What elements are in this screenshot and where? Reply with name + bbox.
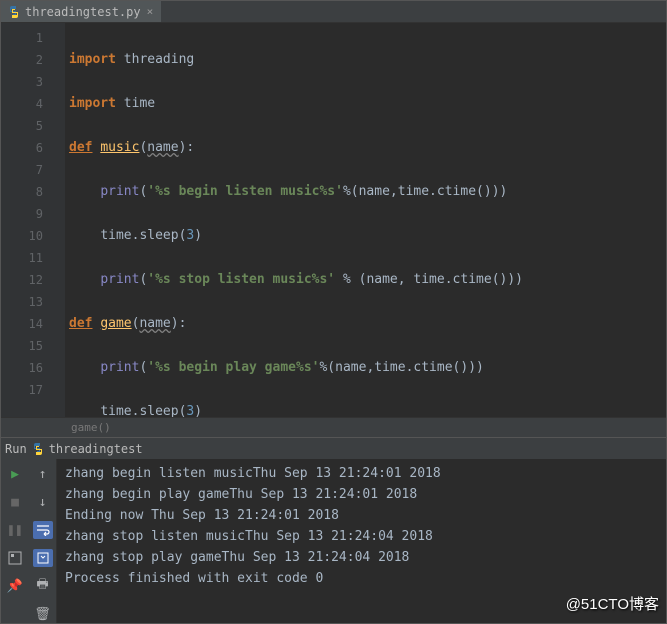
line-number-gutter: 1 2 3 4 5 6 7 8 9 10 11 12 13 14 15 16 1…	[1, 23, 51, 417]
run-label: Run	[5, 442, 27, 456]
line-number: 16	[1, 357, 43, 379]
line-number: 9	[1, 203, 43, 225]
context-text: game()	[71, 421, 111, 434]
console-line: Ending now Thu Sep 13 21:24:01 2018	[65, 505, 658, 526]
close-tab-icon[interactable]: ×	[145, 5, 156, 18]
line-number: 14	[1, 313, 43, 335]
pin-button[interactable]: 📌	[5, 577, 25, 595]
soft-wrap-button[interactable]	[33, 521, 53, 539]
line-number: 10	[1, 225, 43, 247]
line-number: 5	[1, 115, 43, 137]
scroll-to-end-button[interactable]	[33, 549, 53, 567]
pause-button[interactable]: ❚❚	[5, 521, 25, 539]
line-number: 13	[1, 291, 43, 313]
tab-filename: threadingtest.py	[25, 5, 141, 19]
dump-threads-button[interactable]	[5, 549, 25, 567]
run-config-name: threadingtest	[49, 442, 143, 456]
code-content[interactable]: import threading import time def music(n…	[65, 23, 666, 417]
console-line: zhang begin play gameThu Sep 13 21:24:01…	[65, 484, 658, 505]
console-line: Process finished with exit code 0	[65, 568, 658, 589]
line-number: 4	[1, 93, 43, 115]
file-tab[interactable]: threadingtest.py ×	[1, 1, 161, 22]
editor-tab-bar: threadingtest.py ×	[1, 1, 666, 23]
console-line: zhang begin listen musicThu Sep 13 21:24…	[65, 463, 658, 484]
console-line: zhang stop listen musicThu Sep 13 21:24:…	[65, 526, 658, 547]
python-file-icon	[7, 5, 21, 19]
console-output[interactable]: zhang begin listen musicThu Sep 13 21:24…	[57, 459, 666, 623]
console-line: zhang stop play gameThu Sep 13 21:24:04 …	[65, 547, 658, 568]
rerun-button[interactable]: ▶	[5, 465, 25, 483]
print-button[interactable]: 🖶	[33, 577, 53, 595]
down-button[interactable]: ↓	[33, 493, 53, 511]
breadcrumb-context: game()	[1, 417, 666, 437]
code-editor[interactable]: 1 2 3 4 5 6 7 8 9 10 11 12 13 14 15 16 1…	[1, 23, 666, 417]
fold-column	[51, 23, 65, 417]
run-toolbar-right: ↑ ↓ 🖶 🗑	[29, 459, 57, 623]
clear-button[interactable]: 🗑	[33, 605, 53, 623]
line-number: 2	[1, 49, 43, 71]
line-number: 1	[1, 27, 43, 49]
stop-button[interactable]: ■	[5, 493, 25, 511]
line-number: 15	[1, 335, 43, 357]
run-panel: ▶ ■ ❚❚ 📌 ↑ ↓ 🖶 🗑 zhang begin listen musi…	[1, 459, 666, 623]
line-number: 3	[1, 71, 43, 93]
run-tool-header: Run threadingtest	[1, 437, 666, 459]
python-file-icon	[31, 442, 45, 456]
line-number: 17	[1, 379, 43, 401]
line-number: 11	[1, 247, 43, 269]
line-number: 12	[1, 269, 43, 291]
up-button[interactable]: ↑	[33, 465, 53, 483]
run-toolbar-left: ▶ ■ ❚❚ 📌	[1, 459, 29, 623]
line-number: 7	[1, 159, 43, 181]
line-number: 6	[1, 137, 43, 159]
line-number: 8	[1, 181, 43, 203]
